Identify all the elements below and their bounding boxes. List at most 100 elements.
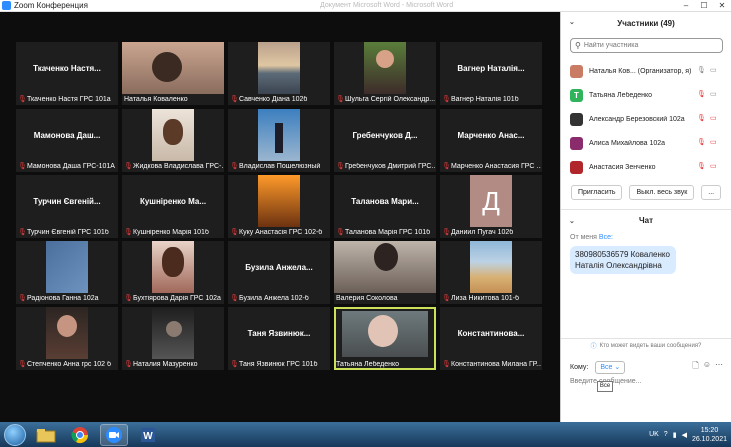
muted-mic-icon[interactable]: 🎙 xyxy=(697,90,706,98)
video-off-icon[interactable]: ▭ xyxy=(710,114,717,122)
word-taskbar-icon[interactable]: W xyxy=(134,424,162,446)
video-tile[interactable]: 🎙 Радіонова Ганна 102а xyxy=(16,241,118,304)
system-tray: UK ? ▮ ◀ 15:20 26.10.2021 xyxy=(649,422,727,447)
network-icon[interactable]: ▮ xyxy=(673,431,677,439)
video-icon[interactable]: ▭ xyxy=(710,90,717,98)
background-window-title: Документ Microsoft Word - Microsoft Word xyxy=(320,2,454,9)
participant-name-label: Радіонова Ганна 102а xyxy=(27,294,99,302)
video-tile[interactable]: Таланова Мари... 🎙 Таланова Марія ГРС 101б xyxy=(334,175,436,238)
video-tile[interactable]: Марченко Анас... 🎙 Марченко Анастасия ГРС … xyxy=(440,109,542,172)
emoji-icon[interactable]: ☺ xyxy=(703,360,711,374)
maximize-icon[interactable]: ☐ xyxy=(695,0,713,12)
participant-name-label: Владислав Пошелюзный xyxy=(239,162,321,170)
chat-to-label: Все: xyxy=(598,234,613,241)
video-tile[interactable]: Кушніренко Ма... 🎙 Кушніренко Марія 101б xyxy=(122,175,224,238)
tile-display-name: Бузила Анжела... xyxy=(245,263,313,272)
participant-name-label: Куку Анастасія ГРС 102-б xyxy=(239,228,323,236)
muted-mic-icon[interactable]: 🎙 xyxy=(697,162,706,170)
muted-mic-icon: 🎙 xyxy=(230,295,239,302)
video-tile[interactable]: 🎙 Бухтіярова Дарія ГРС 102а xyxy=(122,241,224,304)
recipient-tooltip: Все xyxy=(597,381,613,392)
mic-icon[interactable]: 🎙 xyxy=(697,66,706,74)
more-icon[interactable]: ⋯ xyxy=(715,360,723,374)
video-feed xyxy=(122,42,224,94)
avatar xyxy=(570,160,583,174)
video-tile[interactable]: Таня Язвинюк... 🎙 Таня Язвинюк ГРС 101б xyxy=(228,307,330,370)
participant-row[interactable]: Алиса Михайлова 102а 🎙 ▭ xyxy=(561,131,731,155)
participant-row[interactable]: Александр Березовский 102а 🎙 ▭ xyxy=(561,107,731,131)
muted-mic-icon: 🎙 xyxy=(124,229,133,236)
video-tile[interactable]: 🎙 Владислав Пошелюзный xyxy=(228,109,330,172)
participant-name-label: Савченко Діана 102б xyxy=(239,95,308,103)
video-tile[interactable]: 🎙 Жидкова Владислава ГРС-... xyxy=(122,109,224,172)
participant-name-label: Наталия Мазуренко xyxy=(133,360,198,368)
participant-row[interactable]: Наталья Ков... (Организатор, я) 🎙 ▭ xyxy=(561,59,731,83)
video-feed xyxy=(258,42,300,94)
muted-mic-icon: 🎙 xyxy=(336,229,345,236)
chat-visibility-info[interactable]: ⓘ Кто может видеть ваши сообщения? xyxy=(561,338,731,352)
help-icon[interactable]: ? xyxy=(664,431,668,438)
video-feed xyxy=(152,241,194,293)
participant-name-label: Вагнер Наталія 101б xyxy=(451,95,519,103)
invite-button[interactable]: Пригласить xyxy=(571,185,623,200)
video-tile[interactable]: 🎙 Шульга Сергій Олександр... xyxy=(334,42,436,105)
participant-actions: Пригласить Выкл. весь звук ... xyxy=(561,179,731,200)
recipient-select[interactable]: Все ⌄ xyxy=(595,360,626,374)
close-icon[interactable]: ✕ xyxy=(713,0,731,12)
tile-display-name: Константинова... xyxy=(457,329,525,338)
clock-time: 15:20 xyxy=(700,426,719,434)
participant-search[interactable]: ⚲ xyxy=(570,38,723,53)
video-icon[interactable]: ▭ xyxy=(710,66,717,74)
video-feed xyxy=(334,241,436,293)
video-feed xyxy=(258,175,300,227)
tile-label: 🎙 Константинова Милана ГР... xyxy=(442,359,541,369)
video-tile[interactable]: Турчин Євгеній... 🎙 Турчин Євгеній ГРС 101… xyxy=(16,175,118,238)
video-tile[interactable]: Вагнер Наталія... 🎙 Вагнер Наталія 101б xyxy=(440,42,542,105)
participant-search-input[interactable] xyxy=(583,42,714,49)
explorer-taskbar-icon[interactable] xyxy=(32,424,60,446)
chat-collapse-chevron-icon[interactable]: ⌄ xyxy=(569,217,575,225)
muted-mic-icon: 🎙 xyxy=(442,229,451,236)
participant-row[interactable]: Анастасия Зенченко 🎙 ▭ xyxy=(561,155,731,179)
video-tile[interactable]: Гребенчуков Д... 🎙 Гребенчуков Дмитрий ГРС… xyxy=(334,109,436,172)
video-tile[interactable]: 🎙 Степченко Анна грс 102 б xyxy=(16,307,118,370)
tile-label: 🎙 Таня Язвинюк ГРС 101б xyxy=(230,359,329,369)
video-tile[interactable]: 🎙 Савченко Діана 102б xyxy=(228,42,330,105)
muted-mic-icon: 🎙 xyxy=(336,96,345,103)
video-tile[interactable]: 🎙 Куку Анастасія ГРС 102-б xyxy=(228,175,330,238)
file-icon[interactable]: 🗋 xyxy=(692,360,698,374)
collapse-chevron-icon[interactable]: ⌄ xyxy=(569,18,575,26)
window-controls: – ☐ ✕ xyxy=(677,0,731,12)
video-tile[interactable]: Мамонова Даш... 🎙 Мамонова Даша ГРС-101А xyxy=(16,109,118,172)
muted-mic-icon[interactable]: 🎙 xyxy=(697,138,706,146)
video-off-icon[interactable]: ▭ xyxy=(710,162,717,170)
language-indicator[interactable]: UK xyxy=(649,431,659,438)
participant-name-label: Татьяна Лебеденко xyxy=(336,360,400,368)
more-button[interactable]: ... xyxy=(701,185,722,200)
clock[interactable]: 15:20 26.10.2021 xyxy=(692,426,727,444)
minimize-icon[interactable]: – xyxy=(677,0,695,12)
video-tile[interactable]: Наталья Коваленко xyxy=(122,42,224,105)
video-tile[interactable]: 🎙 Наталия Мазуренко xyxy=(122,307,224,370)
tile-display-name: Мамонова Даш... xyxy=(33,131,101,140)
muted-mic-icon[interactable]: 🎙 xyxy=(697,114,706,122)
video-tile[interactable]: Татьяна Лебеденко xyxy=(334,307,436,370)
chrome-taskbar-icon[interactable] xyxy=(66,424,94,446)
volume-icon[interactable]: ◀ xyxy=(682,431,687,439)
video-tile[interactable]: Бузила Анжела... 🎙 Бузила Анжела 102-б xyxy=(228,241,330,304)
chat-header: ⌄ Чат xyxy=(561,209,731,231)
video-tile[interactable]: Валерия Соколова xyxy=(334,241,436,304)
clock-date: 26.10.2021 xyxy=(691,435,727,443)
participant-name: Александр Березовский 102а xyxy=(589,115,685,123)
mute-all-button[interactable]: Выкл. весь звук xyxy=(629,185,695,200)
start-button[interactable] xyxy=(4,423,26,446)
participant-name-label: Бузила Анжела 102-б xyxy=(239,294,309,302)
participant-name-label: Даниил Пугач 102б xyxy=(451,228,514,236)
video-tile[interactable]: Константинова... 🎙 Константинова Милана ГР… xyxy=(440,307,542,370)
zoom-taskbar-icon[interactable] xyxy=(100,423,128,446)
video-tile[interactable]: 🎙 Лиза Никитова 101-б xyxy=(440,241,542,304)
participant-row[interactable]: T Татьяна Лебеденко 🎙 ▭ xyxy=(561,83,731,107)
video-tile[interactable]: Д 🎙 Даниил Пугач 102б xyxy=(440,175,542,238)
video-off-icon[interactable]: ▭ xyxy=(710,138,717,146)
video-tile[interactable]: Ткаченко Настя... 🎙 Ткаченко Настя ГРС 101… xyxy=(16,42,118,105)
